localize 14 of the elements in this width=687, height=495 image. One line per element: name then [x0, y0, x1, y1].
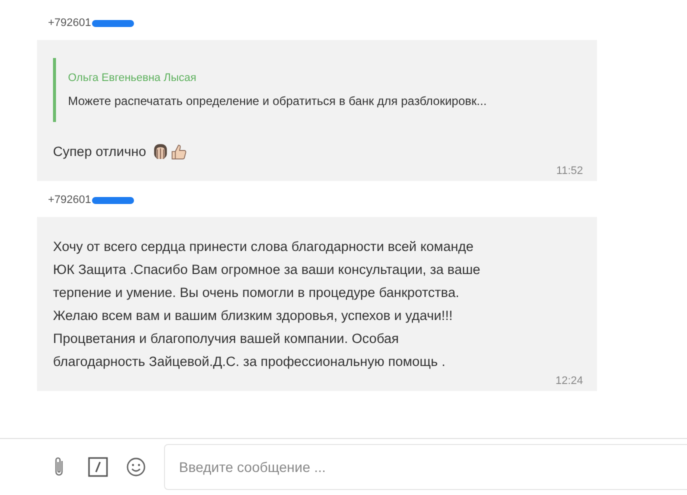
message-text: Хочу от всего сердца принести слова благодарности всей команде ЮК Защита .Спасибо Вам огромное за ваши консультации, за ваше терпение и умение. Вы очень помогли в процедуре банкротства. Желаю всем вам и вашим близким здоровья, успехов и удачи!!! Процветания и благополучия вашей компании. Особая благодарность Зайцевой.Д.С. за профессиональную помощь . — [53, 238, 480, 371]
message-time: 11:52 — [555, 165, 583, 177]
quote-author: Ольга Евгеньевна Лысая — [68, 71, 198, 84]
message-input[interactable]: Введите сообщение ... — [164, 444, 687, 490]
emoji-icon[interactable] — [126, 456, 146, 478]
slash-command-icon[interactable] — [88, 456, 108, 478]
redaction-mark — [92, 196, 134, 204]
message-time: 12:24 — [554, 375, 583, 387]
quote-bar — [53, 58, 56, 122]
sender-phone: +792601 — [48, 194, 92, 206]
redaction-mark — [92, 20, 134, 26]
sender-phone: +792601 — [48, 17, 92, 29]
quote-text: Можете распечатать определение и обратиться в банк для разблокировк... — [68, 94, 487, 110]
message-text: Супер отлично — [53, 143, 146, 161]
